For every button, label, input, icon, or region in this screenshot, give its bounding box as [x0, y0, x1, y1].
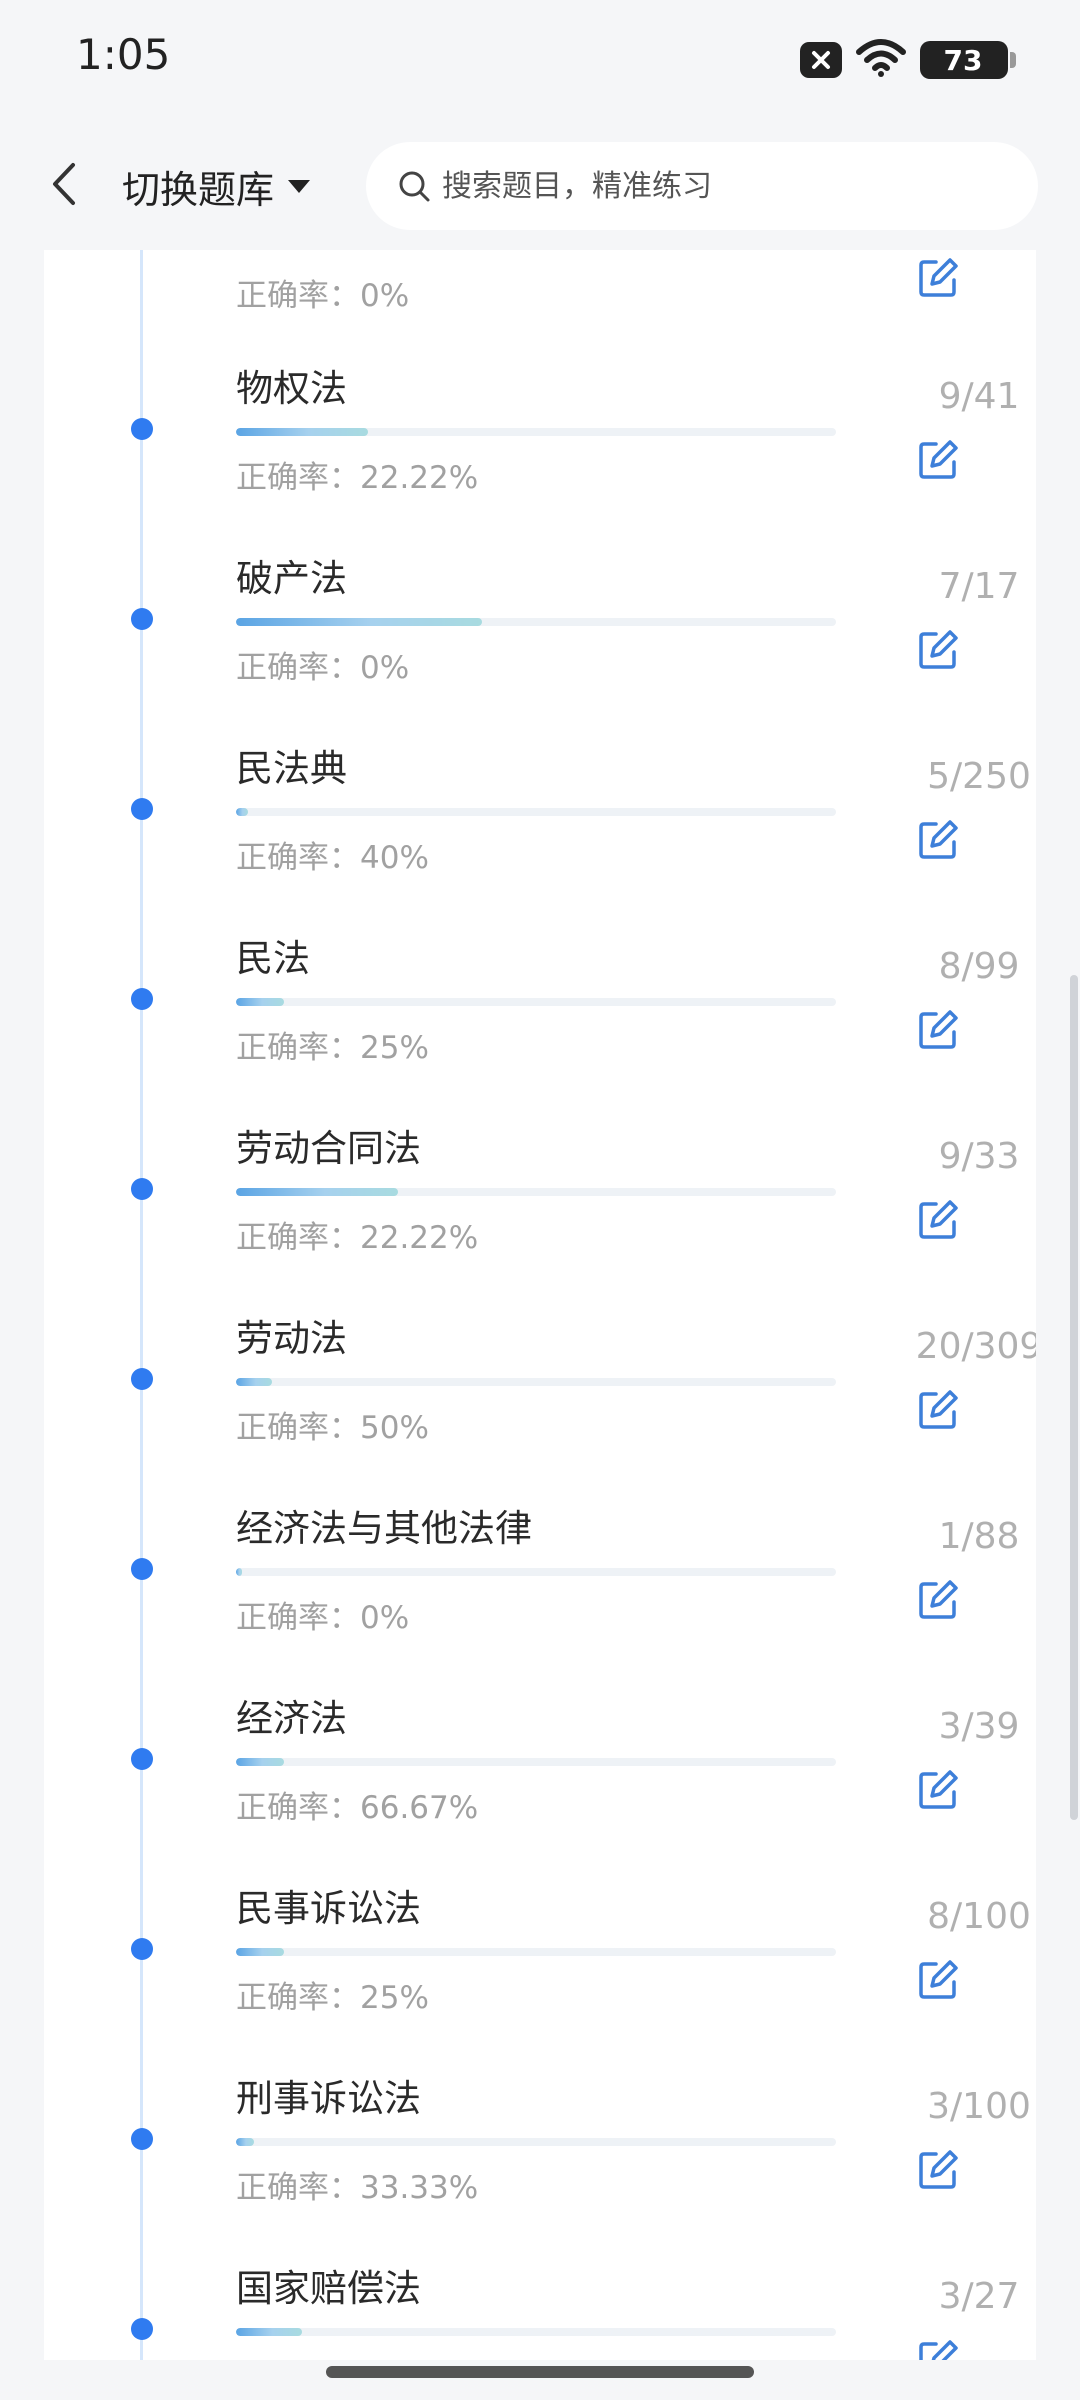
answered-count: 20/309 — [915, 1326, 1036, 1367]
answered-count: 5/250 — [927, 756, 1031, 797]
progress-bar — [236, 428, 836, 436]
scrollbar[interactable] — [1070, 975, 1078, 1820]
progress-fill — [236, 2328, 302, 2336]
edit-practice-button[interactable] — [914, 2336, 962, 2360]
list-item[interactable]: 民事诉讼法 正确率：25% 8/100 — [44, 1770, 1036, 2016]
answered-count: 9/41 — [938, 376, 1020, 417]
progress-fill — [236, 428, 368, 436]
timeline-dot — [131, 2318, 153, 2340]
status-icons: 73 — [800, 38, 1016, 82]
subject-name: 经济法 — [236, 1697, 347, 1740]
search-box[interactable] — [366, 142, 1038, 230]
progress-bar — [236, 618, 836, 626]
progress-fill — [236, 998, 284, 1006]
list-item[interactable]: 劳动合同法 正确率：22.22% 9/33 — [44, 1010, 1036, 1256]
home-indicator[interactable] — [326, 2366, 754, 2378]
answered-count: 1/88 — [938, 1516, 1020, 1557]
search-icon — [399, 171, 430, 202]
caret-down-icon — [288, 180, 311, 193]
list-item[interactable]: 民法 正确率：25% 8/99 — [44, 820, 1036, 1066]
subject-name: 国家赔偿法 — [236, 2267, 421, 2310]
answered-count: 3/100 — [927, 2086, 1031, 2127]
subject-name: 民法 — [236, 937, 310, 980]
answered-count: 8/99 — [938, 946, 1020, 987]
progress-fill — [236, 1188, 398, 1196]
progress-fill — [236, 2138, 254, 2146]
timeline-dot — [131, 1748, 153, 1770]
status-time: 1:05 — [76, 30, 171, 79]
wifi-icon — [856, 38, 906, 82]
progress-bar — [236, 2138, 836, 2146]
list-item[interactable]: 国家赔偿法 3/27 — [44, 2150, 1036, 2360]
progress-fill — [236, 1378, 272, 1386]
answered-count: 9/33 — [938, 1136, 1020, 1177]
answered-count: 8/100 — [927, 1896, 1031, 1937]
search-input[interactable] — [440, 167, 1004, 205]
progress-bar — [236, 2328, 836, 2336]
edit-icon — [919, 2340, 958, 2360]
progress-bar — [236, 998, 836, 1006]
progress-bar — [236, 1188, 836, 1196]
list-item[interactable]: 刑事诉讼法 正确率：33.33% 3/100 — [44, 1960, 1036, 2206]
switch-question-bank-label: 切换题库 — [122, 167, 275, 212]
progress-fill — [236, 808, 248, 816]
subject-name: 经济法与其他法律 — [236, 1507, 532, 1550]
list-item[interactable]: 劳动法 正确率：50% 20/309 — [44, 1200, 1036, 1446]
timeline-dot — [131, 2128, 153, 2150]
timeline-dot — [131, 798, 153, 820]
battery-icon: 73 — [920, 41, 1016, 79]
subject-list-card: 正确率：0% 物权法 正确率：22.22% 9/41 破产法 正确率：0% 7/17 民法典… — [44, 250, 1036, 2360]
progress-bar — [236, 1758, 836, 1766]
answered-count: 3/27 — [938, 2276, 1020, 2317]
progress-fill — [236, 618, 482, 626]
status-bar: 1:05 73 — [0, 0, 1080, 120]
sim-blocked-icon — [800, 42, 842, 78]
answered-count: 3/39 — [938, 1706, 1020, 1747]
switch-question-bank-button[interactable]: 切换题库 — [122, 156, 312, 216]
battery-level: 73 — [943, 43, 983, 77]
subject-name: 劳动法 — [236, 1317, 347, 1360]
top-bar: 切换题库 — [0, 120, 1080, 250]
subject-name: 刑事诉讼法 — [236, 2077, 421, 2120]
timeline-dot — [131, 1938, 153, 1960]
list-item[interactable]: 经济法 正确率：66.67% 3/39 — [44, 1580, 1036, 1826]
subject-name: 民法典 — [236, 747, 347, 790]
subject-name: 物权法 — [236, 367, 347, 410]
timeline-dot — [131, 1368, 153, 1390]
chevron-left-icon — [53, 163, 75, 205]
progress-bar — [236, 1948, 836, 1956]
timeline-dot — [131, 988, 153, 1010]
subject-name: 破产法 — [236, 557, 347, 600]
progress-fill — [236, 1758, 284, 1766]
answered-count: 7/17 — [938, 566, 1020, 607]
timeline-dot — [131, 1178, 153, 1200]
progress-fill — [236, 1948, 284, 1956]
progress-bar — [236, 1378, 836, 1386]
back-button[interactable] — [40, 156, 88, 212]
list-item[interactable]: 破产法 正确率：0% 7/17 — [44, 440, 1036, 686]
progress-fill — [236, 1568, 242, 1576]
progress-bar — [236, 808, 836, 816]
list-item[interactable]: 民法典 正确率：40% 5/250 — [44, 630, 1036, 876]
timeline-dot — [131, 418, 153, 440]
list-item[interactable]: 经济法与其他法律 正确率：0% 1/88 — [44, 1390, 1036, 1636]
list-item[interactable]: 物权法 正确率：22.22% 9/41 — [44, 250, 1036, 496]
progress-bar — [236, 1568, 836, 1576]
subject-name: 劳动合同法 — [236, 1127, 421, 1170]
timeline-dot — [131, 1558, 153, 1580]
timeline-dot — [131, 608, 153, 630]
subject-name: 民事诉讼法 — [236, 1887, 421, 1930]
